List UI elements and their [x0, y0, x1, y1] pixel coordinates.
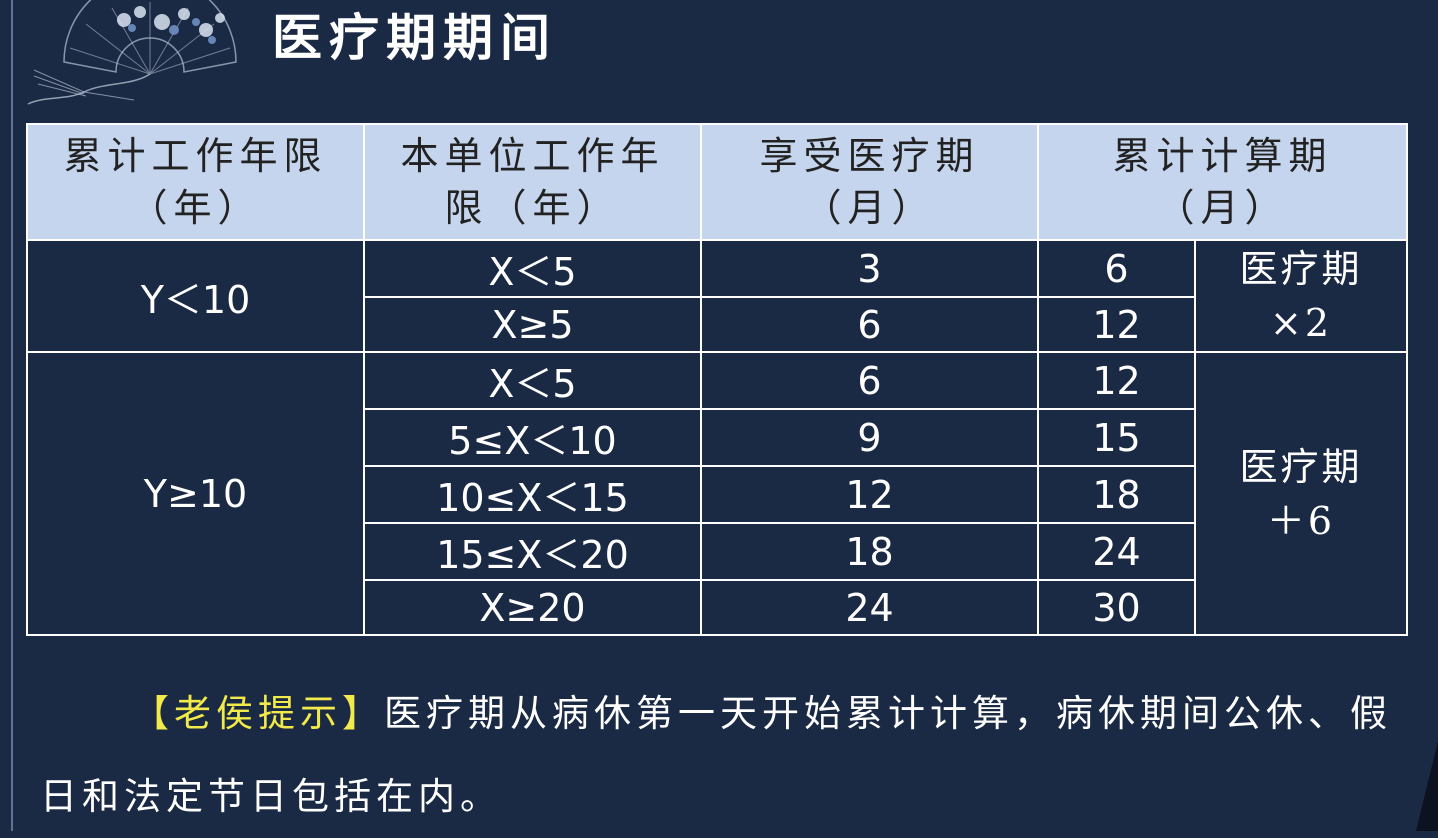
rule-note-cell: 医疗期 ×2: [1193, 239, 1409, 353]
medical-months-cell: 18: [700, 522, 1039, 581]
unit-years-cell: 5≤X＜10: [363, 408, 702, 467]
page-corner-decoration: [1416, 741, 1438, 831]
medical-months-cell: 3: [700, 239, 1039, 298]
unit-years-cell: X＜5: [363, 239, 702, 298]
folding-fan-decoration: [27, 0, 237, 105]
medical-months-cell: 6: [700, 296, 1039, 353]
header-unit-years: 本单位工作年 限（年）: [363, 123, 702, 241]
left-border-line: [11, 0, 13, 831]
cumulative-months-cell: 12: [1037, 296, 1196, 353]
unit-years-cell: 15≤X＜20: [363, 522, 702, 581]
cumulative-months-cell: 15: [1037, 408, 1196, 467]
total-years-cell: Y＜10: [26, 239, 365, 353]
cumulative-months-cell: 6: [1037, 239, 1196, 298]
header-medical-period: 享受医疗期 （月）: [700, 123, 1039, 241]
medical-months-cell: 9: [700, 408, 1039, 467]
cumulative-months-cell: 24: [1037, 522, 1196, 581]
tip-paragraph: 【老侯提示】医疗期从病休第一天开始累计计算，病休期间公休、假日和法定节日包括在内…: [40, 672, 1430, 838]
table-row: Y＜10 X＜5 3 6 医疗期 ×2: [26, 239, 1409, 353]
cumulative-months-cell: 18: [1037, 465, 1196, 524]
unit-years-cell: X≥20: [363, 579, 702, 636]
cumulative-months-cell: 12: [1037, 351, 1196, 410]
medical-months-cell: 6: [700, 351, 1039, 410]
tip-label: 【老侯提示】: [132, 692, 384, 735]
medical-months-cell: 24: [700, 579, 1039, 636]
rule-note-cell: 医疗期 ＋6: [1193, 351, 1409, 636]
total-years-cell: Y≥10: [26, 351, 365, 636]
unit-years-cell: 10≤X＜15: [363, 465, 702, 524]
unit-years-cell: X≥5: [363, 296, 702, 353]
table-header-row: 累计工作年限 （年） 本单位工作年 限（年） 享受医疗期 （月） 累计计算期 （月）: [26, 123, 1409, 241]
medical-months-cell: 12: [700, 465, 1039, 524]
header-cumulative-period: 累计计算期 （月）: [1036, 123, 1409, 241]
cumulative-months-cell: 30: [1037, 579, 1196, 636]
slide-title: 医疗期期间: [272, 8, 557, 67]
table-row: Y≥10 X＜5 6 12 医疗期 ＋6: [26, 351, 1409, 636]
medical-period-table: 累计工作年限 （年） 本单位工作年 限（年） 享受医疗期 （月） 累计计算期 （月） Y…: [26, 123, 1409, 636]
header-total-years: 累计工作年限 （年）: [26, 123, 365, 241]
unit-years-cell: X＜5: [363, 351, 702, 410]
